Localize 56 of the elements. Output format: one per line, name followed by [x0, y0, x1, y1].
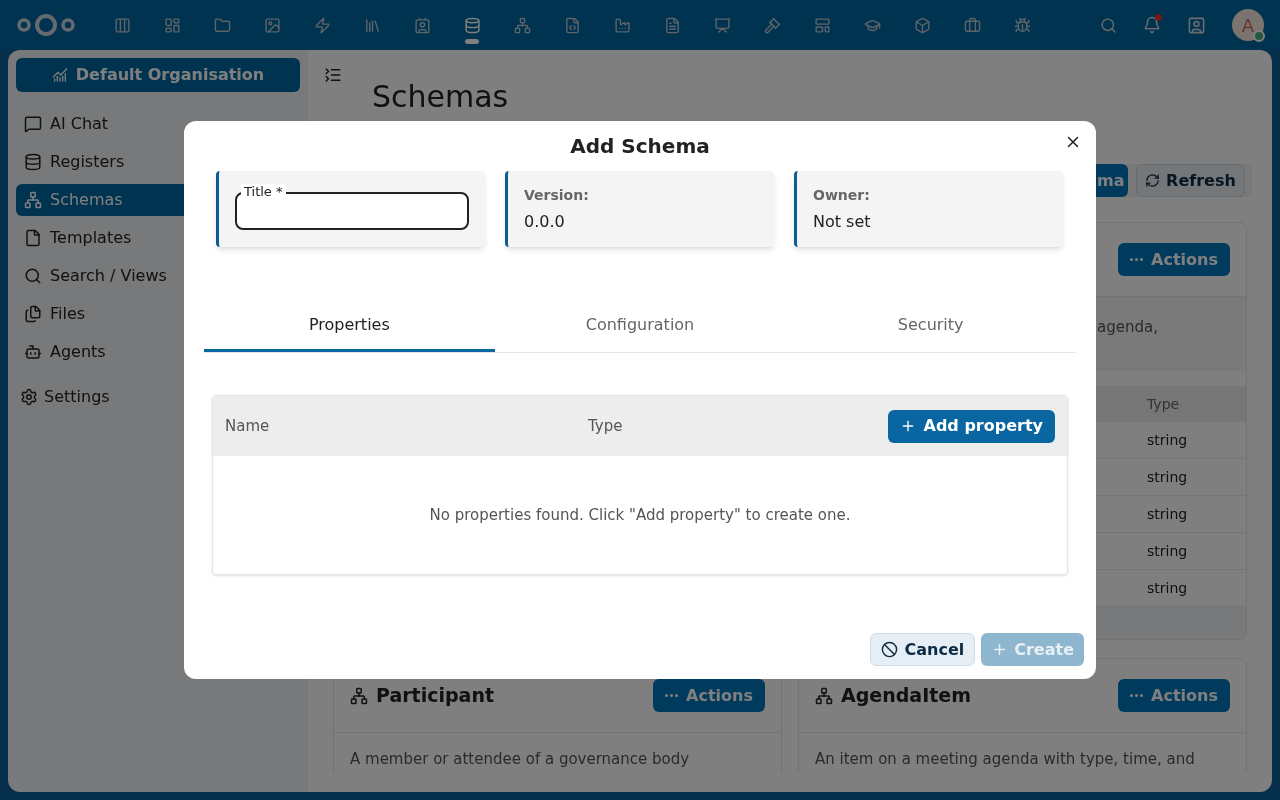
- table-cell-text: string: [1147, 504, 1188, 524]
- add-property-button[interactable]: Add property: [887, 409, 1055, 443]
- search-icon: [24, 267, 42, 285]
- empty-message: No properties found. Click "Add property" to create one.: [429, 504, 851, 526]
- card-title: AgendaItem: [841, 683, 971, 709]
- tab[interactable]: Configuration: [494, 300, 786, 352]
- refresh-icon: [1145, 173, 1161, 188]
- search-icon[interactable]: [1100, 16, 1117, 34]
- table-cell-text: string: [1147, 430, 1188, 450]
- info-value: Not set: [813, 210, 872, 233]
- hierarchy-icon: [24, 191, 42, 209]
- actions-button[interactable]: Actions: [1118, 679, 1230, 712]
- sidebar-item[interactable]: Search / Views: [16, 260, 300, 292]
- document-icon: [24, 229, 42, 247]
- notifications-icon[interactable]: [1143, 16, 1161, 34]
- card-description: An item on a meeting agenda with type, time, and: [815, 750, 1195, 768]
- schema-icon: [815, 686, 833, 705]
- actions-button[interactable]: Actions: [653, 679, 765, 712]
- refresh-button[interactable]: Refresh: [1136, 164, 1245, 197]
- column-header: Type: [588, 415, 624, 437]
- schema-icon: [350, 686, 368, 705]
- sidebar-toggle-icon[interactable]: [324, 66, 342, 84]
- more-icon: [1130, 694, 1144, 697]
- logo-icon: [16, 11, 76, 39]
- table-cell-text: string: [1147, 578, 1188, 598]
- dialog-title: Add Schema: [570, 133, 710, 160]
- tab[interactable]: Properties: [204, 300, 495, 352]
- column-header: Name: [225, 415, 271, 437]
- actions-button[interactable]: Actions: [1118, 243, 1230, 276]
- info-label: Version:: [524, 185, 590, 205]
- card-description: agenda,: [1097, 318, 1158, 336]
- ban-icon: [881, 641, 899, 658]
- tab[interactable]: Security: [785, 300, 1076, 352]
- more-icon: [665, 694, 679, 697]
- cancel-button[interactable]: Cancel: [870, 633, 976, 666]
- sidebar-item[interactable]: Registers: [16, 146, 300, 178]
- more-icon: [1130, 258, 1144, 261]
- database-icon: [24, 153, 42, 171]
- column-header: Type: [1147, 394, 1180, 414]
- info-label: Owner:: [813, 185, 871, 205]
- card-title: Participant: [376, 683, 494, 709]
- chart-icon: [51, 67, 68, 83]
- info-value: 0.0.0: [524, 210, 566, 233]
- files-icon: [24, 305, 42, 323]
- add-schema-button[interactable]: ma: [1096, 164, 1128, 197]
- chat-icon: [24, 115, 42, 133]
- organisation-button[interactable]: Default Organisation: [16, 58, 300, 92]
- settings-icon: [20, 388, 38, 406]
- page-title: Schemas: [372, 78, 509, 116]
- contacts-icon[interactable]: [1187, 15, 1206, 35]
- sidebar-item[interactable]: AI Chat: [16, 108, 300, 140]
- table-cell-text: string: [1147, 467, 1188, 487]
- robot-icon: [24, 343, 42, 361]
- table-cell-text: string: [1147, 541, 1188, 561]
- card-description: A member or attendee of a governance body: [350, 750, 690, 768]
- settings-item[interactable]: Settings: [16, 381, 300, 413]
